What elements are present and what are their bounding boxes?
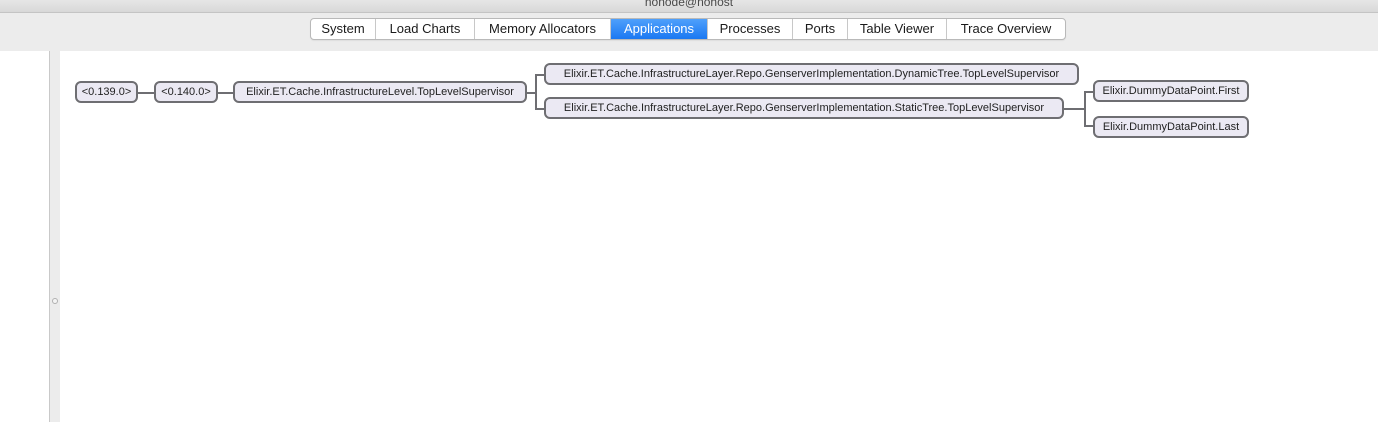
tree-node-master-pid[interactable]: <0.140.0>	[154, 81, 218, 103]
tree-node-infrastructure-supervisor[interactable]: Elixir.ET.Cache.InfrastructureLevel.TopL…	[233, 81, 527, 103]
tree-edge	[138, 92, 154, 94]
tree-edge	[1064, 108, 1084, 110]
tree-edge	[535, 74, 544, 76]
tree-edge	[218, 92, 233, 94]
tree-node-static-tree-supervisor[interactable]: Elixir.ET.Cache.InfrastructureLayer.Repo…	[544, 97, 1064, 119]
tree-edge	[1084, 125, 1093, 127]
tab-trace-overview[interactable]: Trace Overview	[947, 19, 1065, 39]
pane-splitter[interactable]	[50, 51, 60, 422]
tab-table-viewer[interactable]: Table Viewer	[848, 19, 947, 39]
tree-edge	[535, 108, 544, 110]
window-title: nonode@nohost	[644, 0, 734, 9]
tree-node-root-pid[interactable]: <0.139.0>	[75, 81, 138, 103]
tree-edge	[535, 74, 537, 110]
tree-node-dummy-last[interactable]: Elixir.DummyDataPoint.Last	[1093, 116, 1249, 138]
application-list-pane[interactable]	[0, 51, 50, 422]
tab-memory-allocators[interactable]: Memory Allocators	[475, 19, 611, 39]
tree-node-dummy-first[interactable]: Elixir.DummyDataPoint.First	[1093, 80, 1249, 102]
observer-window: nonode@nohost System Load Charts Memory …	[0, 0, 1378, 422]
splitter-handle-icon[interactable]	[52, 298, 58, 304]
tree-edge	[1084, 91, 1086, 127]
tab-strip: System Load Charts Memory Allocators App…	[310, 18, 1066, 40]
tab-ports[interactable]: Ports	[793, 19, 848, 39]
tab-applications[interactable]: Applications	[611, 19, 708, 39]
supervision-tree-canvas: <0.139.0> <0.140.0> Elixir.ET.Cache.Infr…	[60, 51, 1378, 422]
tree-edge	[1084, 91, 1093, 93]
tab-system[interactable]: System	[311, 19, 376, 39]
tree-node-dynamic-tree-supervisor[interactable]: Elixir.ET.Cache.InfrastructureLayer.Repo…	[544, 63, 1079, 85]
tab-load-charts[interactable]: Load Charts	[376, 19, 475, 39]
title-bar: nonode@nohost	[0, 0, 1378, 13]
tab-bar: System Load Charts Memory Allocators App…	[0, 13, 1378, 51]
tab-processes[interactable]: Processes	[708, 19, 793, 39]
tree-edge	[527, 92, 535, 94]
